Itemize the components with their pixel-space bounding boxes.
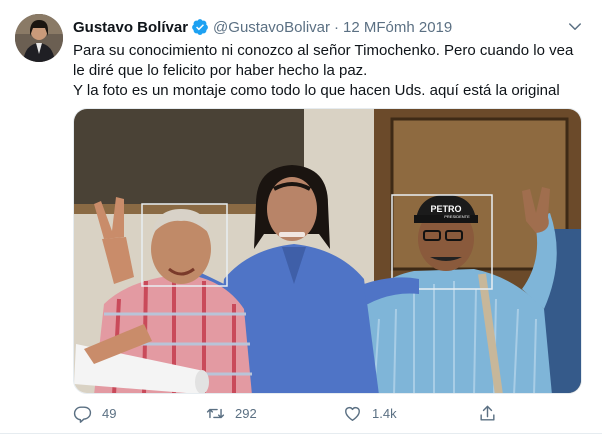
like-button[interactable]: 1.4k	[343, 401, 397, 425]
tweet-text-line: Para su conocimiento ni conozco al señor…	[73, 42, 574, 59]
cap-subtext: PRESIDENTE	[444, 214, 470, 219]
tweet-text: Para su conocimiento ni conozco al señor…	[73, 41, 588, 101]
reply-count: 49	[102, 405, 117, 421]
like-count: 1.4k	[372, 405, 397, 421]
verified-badge-icon	[192, 19, 208, 35]
author-handle[interactable]: @GustavoBolivar	[213, 19, 330, 36]
separator-dot: ·	[334, 18, 339, 36]
reply-button[interactable]: 49	[73, 401, 116, 425]
tweet-card[interactable]: Gustavo Bolívar @GustavoBolivar · 12 MFó…	[0, 0, 602, 434]
author-name[interactable]: Gustavo Bolívar	[73, 19, 188, 36]
cap-text: PETRO	[430, 204, 461, 214]
tweet-text-line: Y la foto es un montaje como todo lo que…	[73, 82, 560, 99]
like-icon	[345, 406, 360, 421]
tweet-photo[interactable]: PETRO PRESIDENTE	[73, 108, 582, 394]
retweet-icon	[206, 408, 225, 418]
avatar[interactable]	[15, 14, 63, 62]
retweet-count: 292	[235, 405, 257, 421]
chevron-down-icon[interactable]	[566, 18, 584, 36]
tweet-text-line: le diré que lo felicito por haber hecho …	[73, 62, 368, 79]
retweet-button[interactable]: 292	[206, 401, 257, 425]
reply-icon	[73, 405, 92, 423]
action-bar: 49 292 1.4k	[73, 401, 588, 425]
share-icon	[480, 405, 495, 421]
share-button[interactable]	[478, 401, 497, 425]
tweet-date[interactable]: 12 MFómh 2019	[343, 19, 452, 36]
